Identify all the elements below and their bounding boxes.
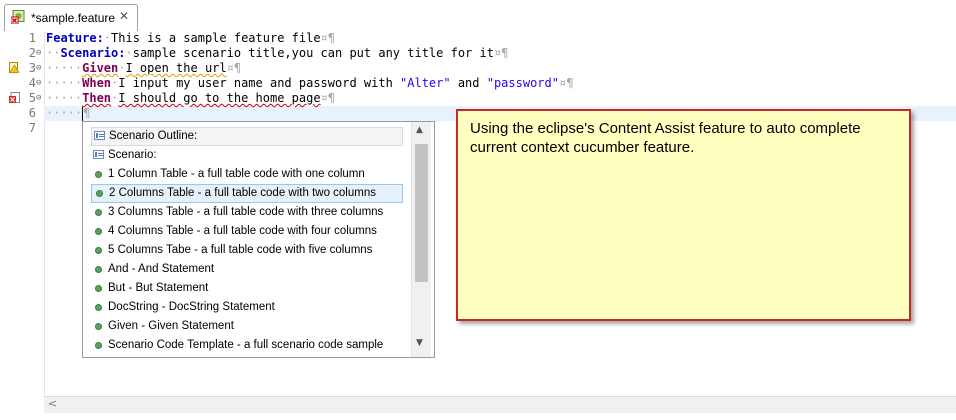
assist-item[interactable]: 4 Columns Table - a full table code with… <box>91 223 401 240</box>
tab-label: *sample.feature <box>31 11 116 25</box>
code-line-3: ·····Given·I open the url¤¶ <box>46 61 242 75</box>
assist-vertical-scrollbar[interactable]: ▲ ▼ <box>411 122 431 357</box>
green-dot-icon <box>95 247 102 254</box>
chevron-down-icon[interactable]: ▼ <box>416 338 423 348</box>
code-line-6: ·····¶ <box>46 106 91 121</box>
fold-collapse-icon[interactable]: ⊖ <box>36 63 44 73</box>
green-dot-icon <box>95 228 102 235</box>
annotation-ruler <box>0 31 18 401</box>
fold-collapse-icon[interactable]: ⊖ <box>36 78 44 88</box>
annotation-note: Using the eclipse's Content Assist featu… <box>456 109 911 321</box>
assist-item[interactable]: Given - Given Statement <box>91 318 401 335</box>
fold-collapse-icon[interactable]: ⊖ <box>36 48 44 58</box>
template-icon <box>93 150 104 159</box>
assist-item[interactable]: 3 Columns Table - a full table code with… <box>91 204 401 221</box>
line-number: 2 <box>28 46 36 60</box>
editor-tab-bar: *sample.feature ✕ <box>0 0 956 32</box>
code-line-2: ··Scenario:·sample scenario title,you ca… <box>46 46 509 60</box>
scroll-left-icon[interactable]: < <box>48 397 57 410</box>
fold-collapse-icon[interactable]: ⊖ <box>36 93 44 103</box>
line-number: 4 <box>28 76 36 90</box>
assist-item[interactable]: 5 Columns Tabe - a full table code with … <box>91 242 401 259</box>
scrollbar-thumb[interactable] <box>415 144 428 282</box>
code-line-4: ·····When·I input my user name and passw… <box>46 76 574 90</box>
scenario-text: sample scenario title,you can put any ti… <box>132 46 494 60</box>
tab-sample-feature[interactable]: *sample.feature ✕ <box>4 4 138 31</box>
line-number: 1 <box>28 31 36 45</box>
green-dot-icon <box>96 190 103 197</box>
assist-item[interactable]: And - And Statement <box>91 261 401 278</box>
assist-item[interactable]: 1 Column Table - a full table code with … <box>91 166 401 183</box>
assist-item[interactable]: DocString - DocString Statement <box>91 299 401 316</box>
content-assist-popup[interactable]: Scenario Outline: Scenario: 1 Column Tab… <box>82 121 435 358</box>
assist-item-selected[interactable]: 2 Columns Table - a full table code with… <box>91 184 403 203</box>
green-dot-icon <box>95 304 102 311</box>
green-dot-icon <box>95 266 102 273</box>
note-text: Using the eclipse's Content Assist featu… <box>470 120 861 156</box>
cucumber-feature-file-icon <box>11 10 25 24</box>
template-icon <box>94 131 105 140</box>
green-dot-icon <box>95 171 102 178</box>
when-text-mid: and <box>450 76 487 90</box>
line-number: 6 <box>28 106 36 120</box>
horizontal-scrollbar[interactable]: < <box>44 396 956 413</box>
string-literal: "Alter" <box>400 76 451 90</box>
feature-text: This is a sample feature file <box>111 31 321 45</box>
scenario-keyword: Scenario: <box>60 46 126 60</box>
code-line-5: ·····Then·I should go to the home page¤¶ <box>46 91 336 105</box>
assist-item[interactable]: But - But Statement <box>91 280 401 297</box>
when-text: I input my user name and password with <box>118 76 401 90</box>
feature-keyword: Feature: <box>46 31 104 45</box>
then-text: I should go to the home page <box>118 91 321 105</box>
assist-item[interactable]: Scenario Code Template - a full scenario… <box>91 337 401 354</box>
assist-item[interactable]: Scenario Outline: <box>91 127 403 146</box>
close-icon[interactable]: ✕ <box>119 9 129 23</box>
green-dot-icon <box>95 285 102 292</box>
then-keyword: Then <box>82 91 112 105</box>
assist-item[interactable]: Scenario: <box>91 147 401 164</box>
given-text: I open the url <box>125 61 227 75</box>
when-keyword: When <box>82 76 112 90</box>
green-dot-icon <box>95 342 102 349</box>
green-dot-icon <box>95 209 102 216</box>
code-line-1: Feature:·This is a sample feature file¤¶ <box>46 31 335 45</box>
string-literal: "password" <box>486 76 559 90</box>
line-number: 5 <box>28 91 36 105</box>
line-number: 3 <box>28 61 36 75</box>
line-number: 7 <box>28 121 36 135</box>
given-keyword: Given <box>82 61 119 75</box>
chevron-up-icon[interactable]: ▲ <box>416 125 423 135</box>
green-dot-icon <box>95 323 102 330</box>
